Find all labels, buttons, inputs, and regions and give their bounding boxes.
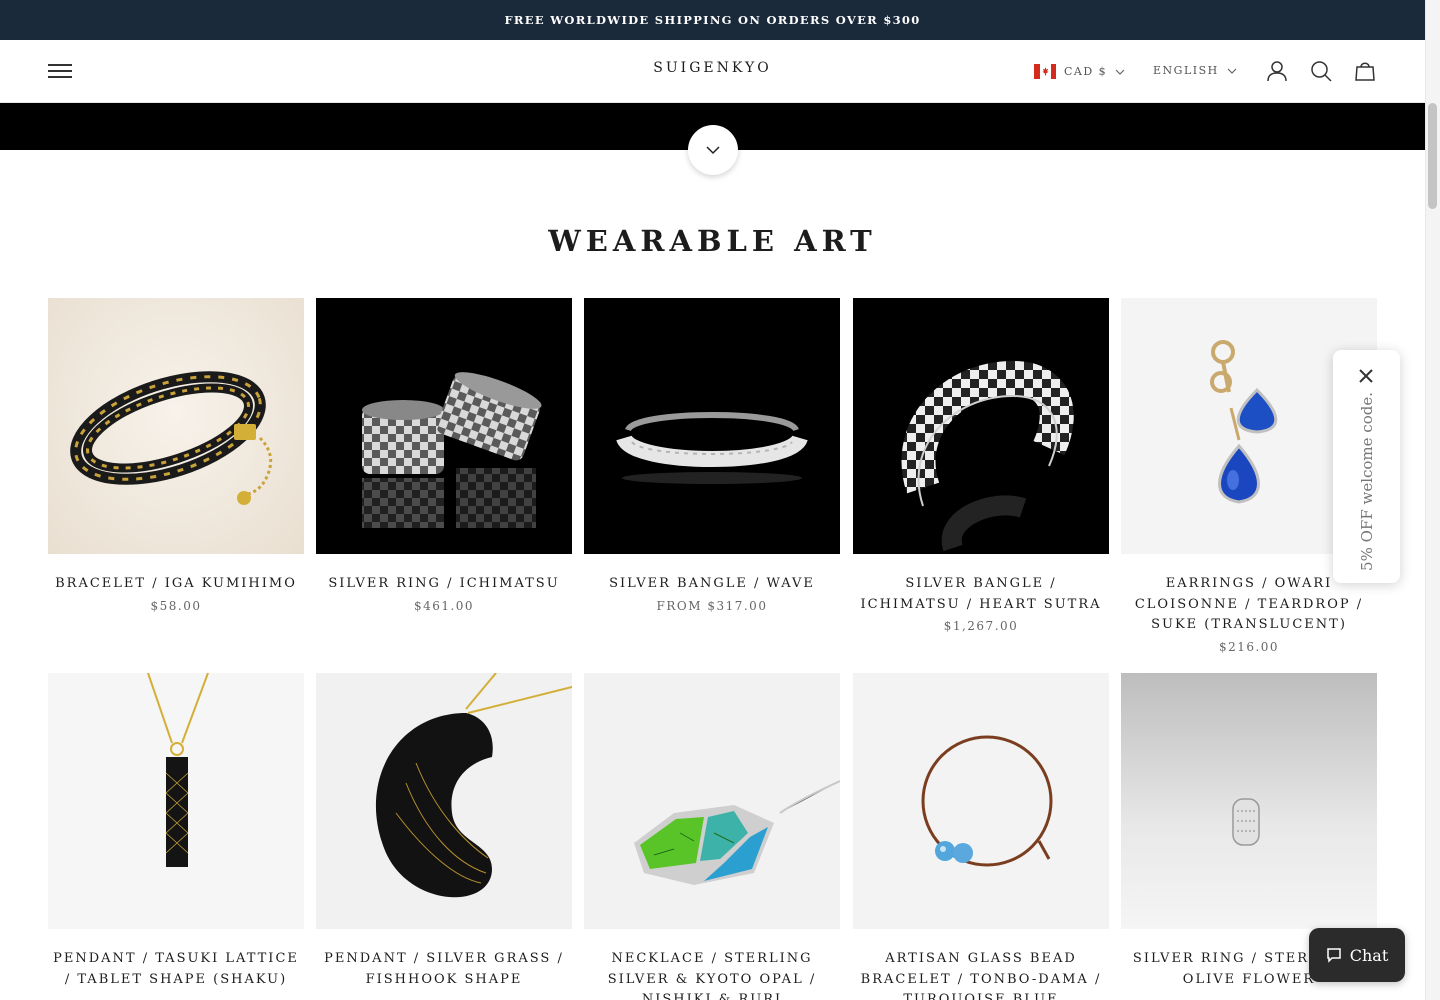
welcome-popup[interactable]: 5% OFF welcome code.	[1333, 350, 1400, 583]
product-card[interactable]: SILVER BANGLE / ICHIMATSU / HEART SUTRA …	[853, 298, 1109, 633]
product-price: $1,267.00	[943, 619, 1019, 633]
product-title[interactable]: PENDANT / SILVER GRASS / FISHHOOK SHAPE	[316, 949, 572, 990]
product-image-pendant-fishhook[interactable]	[316, 673, 572, 929]
product-image-glass-bead-bracelet[interactable]	[853, 673, 1109, 929]
canada-flag-icon	[1034, 64, 1056, 79]
announcement-text: FREE WORLDWIDE SHIPPING ON ORDERS OVER $…	[504, 13, 921, 27]
scrollbar-thumb[interactable]	[1428, 103, 1437, 209]
product-card[interactable]: PENDANT / TASUKI LATTICE / TABLET SHAPE …	[48, 673, 304, 990]
product-price: $461.00	[413, 598, 475, 613]
chat-label: Chat	[1349, 945, 1389, 965]
product-title[interactable]: ARTISAN GLASS BEAD BRACELET / TONBO-DAMA…	[853, 949, 1109, 1000]
product-card[interactable]: NECKLACE / STERLING SILVER & KYOTO OPAL …	[584, 673, 840, 1000]
language-selector[interactable]: ENGLISH	[1153, 64, 1237, 77]
scroll-down-button[interactable]	[688, 125, 738, 175]
product-price: $58.00	[150, 598, 202, 613]
product-image-checker-bangle[interactable]	[853, 298, 1109, 554]
chevron-down-icon	[706, 146, 720, 155]
cart-icon[interactable]	[1353, 59, 1377, 83]
popup-text-wrap[interactable]: 5% OFF welcome code.	[1333, 392, 1400, 571]
product-card[interactable]: SILVER BANGLE / WAVE FROM $317.00	[584, 298, 840, 613]
product-card[interactable]: BRACELET / IGA KUMIHIMO $58.00	[48, 298, 304, 613]
product-price: FROM $317.00	[656, 598, 768, 613]
product-image-pendant-tablet[interactable]	[48, 673, 304, 929]
product-image-bracelet[interactable]	[48, 298, 304, 554]
chevron-down-icon	[1115, 69, 1125, 75]
currency-label: CAD $	[1064, 65, 1108, 78]
section-title: WEARABLE ART	[548, 224, 877, 258]
product-card[interactable]: ARTISAN GLASS BEAD BRACELET / TONBO-DAMA…	[853, 673, 1109, 1000]
menu-icon[interactable]	[48, 62, 72, 80]
chevron-down-icon	[1227, 68, 1237, 74]
welcome-code-text[interactable]: 5% OFF welcome code.	[1358, 392, 1376, 571]
product-title[interactable]: SILVER RING / ICHIMATSU	[316, 574, 572, 595]
chat-bubble-icon	[1326, 948, 1341, 963]
site-header: SUIGENKYO CAD $ ENGLISH	[0, 40, 1425, 103]
close-icon[interactable]	[1356, 366, 1376, 386]
product-image-silver-ring[interactable]	[316, 298, 572, 554]
announcement-bar: FREE WORLDWIDE SHIPPING ON ORDERS OVER $…	[0, 0, 1425, 40]
site-logo[interactable]: SUIGENKYO	[653, 60, 771, 76]
currency-selector[interactable]: CAD $	[1034, 64, 1125, 79]
product-price: $216.00	[1218, 639, 1280, 654]
product-title[interactable]: BRACELET / IGA KUMIHIMO	[48, 574, 304, 595]
product-image-silver-ring-olive[interactable]	[1121, 673, 1377, 929]
product-image-silver-bangle[interactable]	[584, 298, 840, 554]
product-card[interactable]: SILVER RING / ICHIMATSU $461.00	[316, 298, 572, 613]
account-icon[interactable]	[1265, 59, 1289, 83]
product-title[interactable]: PENDANT / TASUKI LATTICE / TABLET SHAPE …	[48, 949, 304, 990]
product-title[interactable]: SILVER BANGLE / ICHIMATSU / HEART SUTRA	[853, 574, 1109, 615]
product-title[interactable]: SILVER BANGLE / WAVE	[584, 574, 840, 595]
product-image-necklace-opal[interactable]	[584, 673, 840, 929]
search-icon[interactable]	[1309, 59, 1333, 83]
product-card[interactable]: PENDANT / SILVER GRASS / FISHHOOK SHAPE	[316, 673, 572, 990]
language-label: ENGLISH	[1153, 64, 1219, 77]
product-title[interactable]: EARRINGS / OWARI CLOISONNE / TEARDROP / …	[1121, 574, 1377, 636]
product-title[interactable]: NECKLACE / STERLING SILVER & KYOTO OPAL …	[584, 949, 840, 1000]
chat-button[interactable]: Chat	[1309, 928, 1405, 982]
